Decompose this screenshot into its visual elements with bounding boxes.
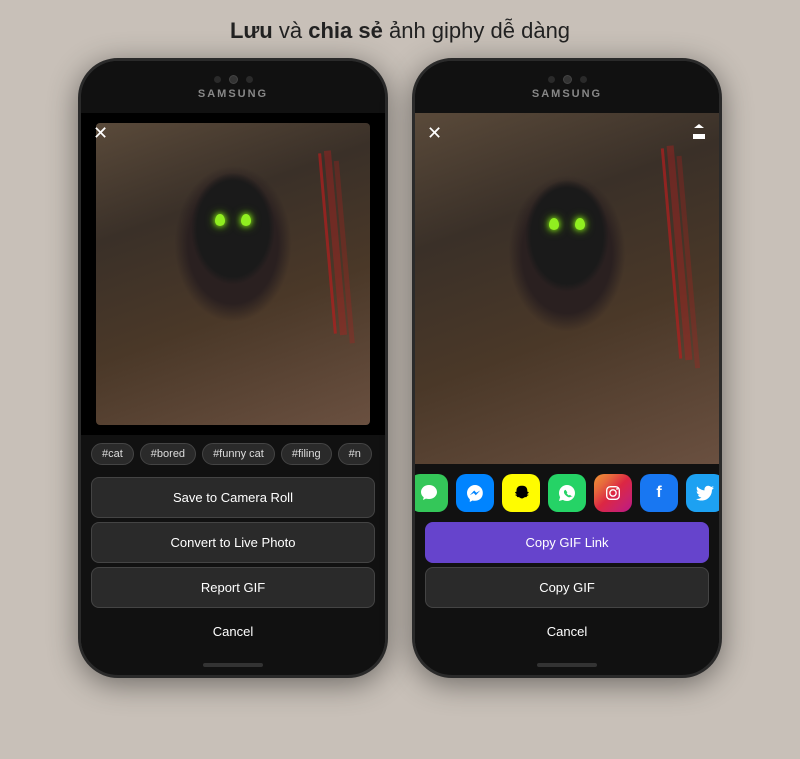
- messages-icon[interactable]: [415, 474, 448, 512]
- phone-left-top: SAMSUNG: [81, 61, 385, 113]
- save-camera-roll-button[interactable]: Save to Camera Roll: [91, 477, 375, 518]
- hashtag-cat[interactable]: #cat: [91, 443, 134, 465]
- controls-right: f Copy GIF Link Copy GIF Cancel: [415, 464, 719, 655]
- gif-area-left: ✕: [81, 113, 385, 435]
- close-button-left[interactable]: ✕: [93, 123, 108, 144]
- phone-left-screen: ✕ #cat #bored #funny cat #filing #n Save…: [81, 113, 385, 655]
- snapchat-icon[interactable]: [502, 474, 540, 512]
- sensor-dot-2: [246, 76, 253, 83]
- cancel-button-right[interactable]: Cancel: [425, 612, 709, 651]
- home-bar-left: [203, 663, 263, 667]
- home-bar-right: [537, 663, 597, 667]
- phone-left-bottom: [203, 655, 263, 675]
- sensor-dot-3: [548, 76, 555, 83]
- report-gif-button[interactable]: Report GIF: [91, 567, 375, 608]
- camera-sensor: [229, 75, 238, 84]
- sensor-dot-1: [214, 76, 221, 83]
- copy-gif-link-button[interactable]: Copy GIF Link: [425, 522, 709, 563]
- cat-eyes-right: [549, 218, 585, 230]
- phone-right-bottom: [537, 655, 597, 675]
- gif-area-right: ✕: [415, 113, 719, 464]
- cat-gif-left: [96, 123, 370, 425]
- header-rest: ảnh giphy dễ dàng: [389, 18, 570, 43]
- copy-gif-button[interactable]: Copy GIF: [425, 567, 709, 608]
- twitter-icon[interactable]: [686, 474, 719, 512]
- whatsapp-icon[interactable]: [548, 474, 586, 512]
- hashtag-bored[interactable]: #bored: [140, 443, 196, 465]
- header-word-va: và: [279, 18, 302, 43]
- phone-right: SAMSUNG ✕: [412, 58, 722, 678]
- phone-right-top: SAMSUNG: [415, 61, 719, 113]
- convert-live-photo-button[interactable]: Convert to Live Photo: [91, 522, 375, 563]
- camera-sensor-right: [563, 75, 572, 84]
- facebook-icon[interactable]: f: [640, 474, 678, 512]
- cancel-button-left[interactable]: Cancel: [91, 612, 375, 651]
- header-word-chiase: chia sẻ: [308, 18, 383, 43]
- cat-gif-right: [415, 113, 719, 464]
- hashtag-row: #cat #bored #funny cat #filing #n: [81, 435, 385, 473]
- phone-right-screen: ✕: [415, 113, 719, 655]
- brand-right: SAMSUNG: [532, 88, 602, 100]
- phones-container: SAMSUNG ✕ #cat #bored #funny cat #filing: [78, 58, 722, 678]
- header: Lưu và chia sẻ ảnh giphy dễ dàng: [0, 0, 800, 58]
- social-icons-row: f: [415, 464, 719, 518]
- eye-right: [241, 214, 251, 226]
- cat-eyes-left: [215, 214, 251, 226]
- header-word-luu: Lưu: [230, 18, 273, 43]
- hashtag-more[interactable]: #n: [338, 443, 372, 465]
- sensors-right: [548, 75, 587, 84]
- controls-left: #cat #bored #funny cat #filing #n Save t…: [81, 435, 385, 655]
- eye-left-r: [549, 218, 559, 230]
- eye-right-r: [575, 218, 585, 230]
- phone-left: SAMSUNG ✕ #cat #bored #funny cat #filing: [78, 58, 388, 678]
- sensor-dot-4: [580, 76, 587, 83]
- close-button-right[interactable]: ✕: [427, 123, 442, 144]
- share-button-right[interactable]: [691, 123, 707, 146]
- brand-left: SAMSUNG: [198, 88, 268, 100]
- hashtag-filing[interactable]: #filing: [281, 443, 332, 465]
- sensors-left: [214, 75, 253, 84]
- instagram-icon[interactable]: [594, 474, 632, 512]
- messenger-icon[interactable]: [456, 474, 494, 512]
- eye-left: [215, 214, 225, 226]
- hashtag-funnycat[interactable]: #funny cat: [202, 443, 275, 465]
